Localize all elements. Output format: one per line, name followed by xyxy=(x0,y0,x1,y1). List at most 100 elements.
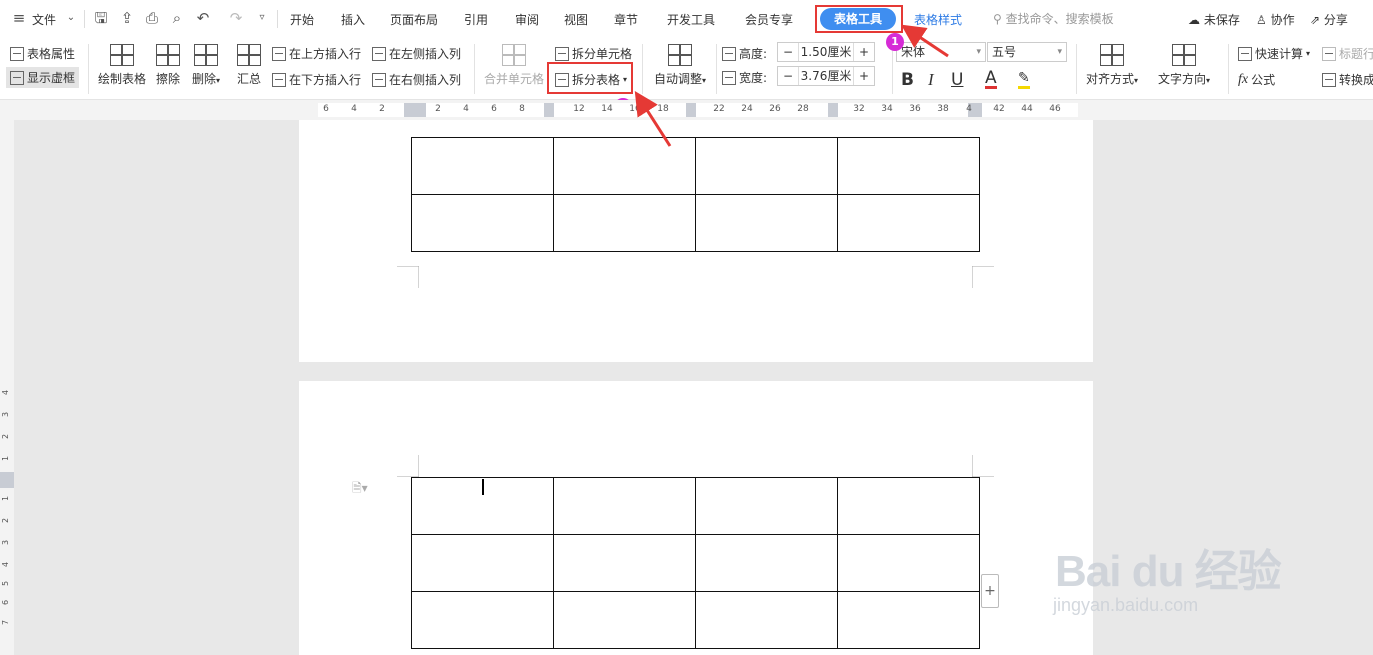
ruler-tick: 7 xyxy=(1,619,11,626)
draw-table-button[interactable]: 绘制表格 xyxy=(98,44,146,87)
text-direction-button[interactable]: 文字方向▾ xyxy=(1158,44,1210,87)
table-cell[interactable] xyxy=(553,194,696,252)
delete-button[interactable]: 删除▾ xyxy=(192,44,220,87)
plus-icon[interactable]: + xyxy=(854,45,874,59)
title-row-icon xyxy=(1322,46,1336,61)
tab-references[interactable]: 引用 xyxy=(464,11,488,28)
highlighter-icon[interactable]: ✎ xyxy=(1018,70,1030,89)
row-height-icon xyxy=(722,46,736,61)
search-input[interactable]: ⚲ 查找命令、搜索模板 xyxy=(993,10,1114,27)
table-cell[interactable] xyxy=(553,477,696,535)
share-label: 分享 xyxy=(1323,13,1348,27)
table-cell[interactable] xyxy=(837,591,980,649)
table-cell[interactable] xyxy=(553,137,696,195)
split-cells-button[interactable]: 拆分单元格 xyxy=(555,45,632,62)
ruler-column-marker[interactable] xyxy=(828,103,838,117)
table-cell[interactable] xyxy=(411,194,554,252)
ruler-tick: 1 xyxy=(1,495,11,502)
print-icon[interactable]: ⎙ xyxy=(143,9,161,27)
table-cell[interactable] xyxy=(695,534,838,592)
ruler-tick: 4 xyxy=(1,561,11,568)
tab-developer[interactable]: 开发工具 xyxy=(667,11,715,28)
convert-button[interactable]: 转换成 xyxy=(1322,71,1373,88)
tab-chapter[interactable]: 章节 xyxy=(614,11,638,28)
title-row-label: 标题行 xyxy=(1339,47,1373,61)
minus-icon[interactable]: − xyxy=(778,45,798,59)
quick-calc-button[interactable]: 快速计算 ▾ xyxy=(1238,45,1310,62)
table-cell[interactable] xyxy=(837,534,980,592)
table-cell[interactable] xyxy=(695,477,838,535)
insert-row-below-button[interactable]: 在下方插入行 xyxy=(272,71,361,88)
align-icon xyxy=(1100,44,1125,66)
tab-view[interactable]: 视图 xyxy=(564,11,588,28)
eraser-button[interactable]: 擦除 xyxy=(156,44,180,87)
unsaved-status[interactable]: ☁ 未保存 xyxy=(1188,11,1240,28)
auto-fit-button[interactable]: 自动调整▾ xyxy=(654,44,706,87)
italic-icon[interactable]: I xyxy=(928,70,934,90)
tab-page-layout[interactable]: 页面布局 xyxy=(390,11,438,28)
table-cell[interactable] xyxy=(837,477,980,535)
save-icon[interactable]: 🖫 xyxy=(92,9,110,27)
align-button[interactable]: 对齐方式▾ xyxy=(1086,44,1138,87)
table-cell[interactable] xyxy=(411,534,554,592)
insert-col-right-button[interactable]: 在右侧插入列 xyxy=(372,71,461,88)
font-name-select[interactable]: 宋体 ▾ xyxy=(896,42,986,62)
collab-button[interactable]: ♙ 协作 xyxy=(1256,11,1295,28)
tab-table-style[interactable]: 表格样式 xyxy=(914,11,962,28)
plus-icon[interactable]: + xyxy=(854,69,874,83)
ruler-margin-marker[interactable] xyxy=(404,103,426,117)
share-button[interactable]: ⇗ 分享 xyxy=(1310,11,1348,28)
chevron-down-icon[interactable]: ⌄ xyxy=(62,9,80,27)
summary-button[interactable]: 汇总 xyxy=(237,44,261,87)
table-cell[interactable] xyxy=(553,534,696,592)
search-icon: ⚲ xyxy=(993,12,1006,26)
width-value[interactable]: 3.76厘米 xyxy=(798,67,854,85)
insert-row-above-button[interactable]: 在上方插入行 xyxy=(272,45,361,62)
table-cell[interactable] xyxy=(695,194,838,252)
font-color-icon[interactable]: A xyxy=(985,70,997,89)
table-cell[interactable] xyxy=(411,591,554,649)
ruler-column-marker[interactable] xyxy=(544,103,554,117)
bold-icon[interactable]: B xyxy=(901,70,914,90)
table-cell[interactable] xyxy=(695,137,838,195)
font-size-select[interactable]: 五号 ▾ xyxy=(987,42,1067,62)
add-column-button[interactable]: + xyxy=(981,574,999,608)
table-properties-button[interactable]: 表格属性 xyxy=(10,45,75,62)
file-menu[interactable]: 文件 xyxy=(32,11,56,28)
export-icon[interactable]: ⇪ xyxy=(118,9,136,27)
table-cell[interactable] xyxy=(837,137,980,195)
tab-member[interactable]: 会员专享 xyxy=(745,11,793,28)
tab-review[interactable]: 审阅 xyxy=(515,11,539,28)
ruler-tick: 6 xyxy=(491,104,497,114)
table-cell[interactable] xyxy=(837,194,980,252)
underline-icon[interactable]: U xyxy=(951,70,963,90)
divider xyxy=(88,44,89,94)
tab-insert[interactable]: 插入 xyxy=(341,11,365,28)
insert-col-left-button[interactable]: 在左侧插入列 xyxy=(372,45,461,62)
table-cell[interactable] xyxy=(695,591,838,649)
merge-cells-button[interactable]: 合并单元格 xyxy=(484,44,544,87)
formula-button[interactable]: fx 公式 xyxy=(1238,71,1275,88)
width-stepper[interactable]: −3.76厘米 + xyxy=(777,66,875,86)
minus-icon[interactable]: − xyxy=(778,69,798,83)
table-upper-part[interactable] xyxy=(411,137,980,252)
paragraph-menu-icon[interactable]: 🗎▾ xyxy=(352,479,368,500)
title-row-button[interactable]: 标题行 xyxy=(1322,45,1373,62)
ruler-margin-marker[interactable] xyxy=(0,472,14,488)
watermark-brand: Bai du 经验 xyxy=(1055,547,1282,596)
redo-icon[interactable]: ↷ xyxy=(227,9,245,27)
height-value[interactable]: 1.50厘米 xyxy=(798,43,854,61)
ruler-tick: 3 xyxy=(1,539,11,546)
ruler-tick: 46 xyxy=(1049,104,1061,114)
show-gridlines-button[interactable]: 显示虚框 xyxy=(6,67,80,88)
undo-icon[interactable]: ↶ xyxy=(194,9,212,27)
print-preview-icon[interactable]: ⌕ xyxy=(168,9,186,27)
table-lower-part[interactable] xyxy=(411,477,980,649)
table-cell[interactable] xyxy=(553,591,696,649)
ruler-column-marker[interactable] xyxy=(686,103,696,117)
height-stepper[interactable]: −1.50厘米 + xyxy=(777,42,875,62)
hamburger-icon[interactable]: ≡ xyxy=(10,9,28,27)
table-cell[interactable] xyxy=(411,137,554,195)
customize-icon[interactable]: ▿ xyxy=(253,9,271,27)
tab-home[interactable]: 开始 xyxy=(290,11,314,28)
